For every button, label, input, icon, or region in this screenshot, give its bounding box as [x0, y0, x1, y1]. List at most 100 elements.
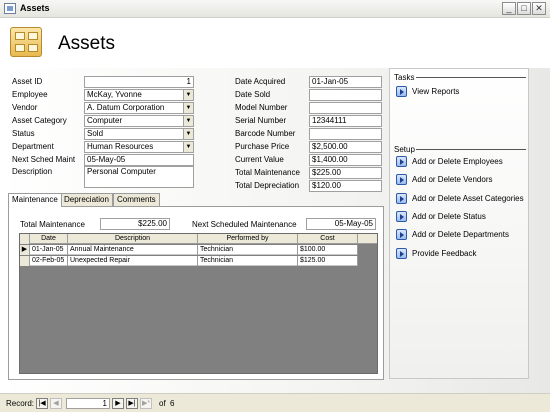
table-cell[interactable]: Technician	[198, 256, 298, 266]
next-scheduled-maintenance-label: Next Scheduled Maintenance	[192, 220, 297, 229]
next-sched-maint-field[interactable]: 05-May-05	[84, 154, 194, 166]
model-number-label: Model Number	[235, 103, 288, 112]
current-record-field[interactable]: 1	[66, 398, 110, 409]
tasks-title: Tasks	[394, 73, 415, 82]
maximize-icon[interactable]: □	[517, 2, 531, 15]
add-or-delete-status-link[interactable]: Add or Delete Status	[412, 212, 486, 221]
view-reports-link[interactable]: View Reports	[412, 87, 459, 96]
vendor-label: Vendor	[12, 103, 38, 112]
current-value-field[interactable]: $1,400.00	[309, 154, 382, 166]
next-sched-maint-value: 05-May-05	[87, 155, 126, 164]
next-scheduled-maintenance-field[interactable]: 05-May-05	[306, 218, 376, 230]
asset-category-combo[interactable]: Computer ▼	[84, 115, 194, 127]
column-header-description[interactable]: Description	[68, 234, 198, 244]
divider	[416, 77, 526, 78]
total-maintenance-field[interactable]: $225.00	[309, 167, 382, 179]
serial-number-label: Serial Number	[235, 116, 287, 125]
purchase-price-field[interactable]: $2,500.00	[309, 141, 382, 153]
provide-feedback-link[interactable]: Provide Feedback	[412, 249, 476, 258]
chevron-down-icon[interactable]: ▼	[183, 142, 193, 152]
arrow-right-icon[interactable]	[396, 156, 407, 167]
table-cell[interactable]: Technician	[198, 245, 298, 255]
table-cell[interactable]: Unexpected Repair	[68, 256, 198, 266]
column-header-date[interactable]: Date	[30, 234, 68, 244]
total-depreciation-field[interactable]: $120.00	[309, 180, 382, 192]
department-value: Human Resources	[87, 142, 154, 151]
asset-id-field[interactable]: 1	[84, 76, 194, 88]
table-row[interactable]: 02-Feb-05 Unexpected Repair Technician $…	[20, 256, 358, 266]
column-header-cost[interactable]: Cost	[298, 234, 358, 244]
form-header: Assets	[0, 18, 550, 68]
date-acquired-field[interactable]: 01-Jan-05	[309, 76, 382, 88]
side-panel: Tasks View Reports Setup Add or Delete E…	[389, 68, 529, 379]
add-or-delete-departments-link[interactable]: Add or Delete Departments	[412, 230, 509, 239]
current-value-label: Current Value	[235, 155, 284, 164]
table-row[interactable]: ▶ 01-Jan-05 Annual Maintenance Technicia…	[20, 245, 358, 255]
tab-comments[interactable]: Comments	[113, 193, 160, 206]
setup-title: Setup	[394, 145, 415, 154]
arrow-right-icon[interactable]	[396, 86, 407, 97]
assets-icon	[10, 27, 42, 57]
chevron-down-icon[interactable]: ▼	[183, 116, 193, 126]
first-record-icon[interactable]: |◀	[36, 398, 48, 409]
add-or-delete-asset-categories-link[interactable]: Add or Delete Asset Categories	[412, 194, 524, 203]
add-or-delete-employees-link[interactable]: Add or Delete Employees	[412, 157, 503, 166]
arrow-right-icon[interactable]	[396, 248, 407, 259]
row-selector[interactable]	[20, 256, 30, 266]
asset-category-label: Asset Category	[12, 116, 67, 125]
chevron-down-icon[interactable]: ▼	[183, 129, 193, 139]
table-cell[interactable]: 01-Jan-05	[30, 245, 68, 255]
minimize-icon[interactable]: _	[502, 2, 516, 15]
page-title: Assets	[58, 33, 116, 54]
last-record-icon[interactable]: ▶|	[126, 398, 138, 409]
arrow-right-icon[interactable]	[396, 229, 407, 240]
of-label: of	[159, 399, 166, 408]
description-field[interactable]: Personal Computer	[84, 166, 194, 188]
department-label: Department	[12, 142, 54, 151]
arrow-right-icon[interactable]	[396, 174, 407, 185]
title-bar: Assets _ □ ✕	[0, 0, 550, 18]
asset-id-value: 1	[186, 77, 191, 86]
asset-id-label: Asset ID	[12, 77, 43, 86]
total-maintenance-field[interactable]: $225.00	[100, 218, 170, 230]
record-total: 6	[170, 399, 175, 408]
table-cell[interactable]: $100.00	[298, 245, 358, 255]
status-combo[interactable]: Sold ▼	[84, 128, 194, 140]
date-acquired-label: Date Acquired	[235, 77, 286, 86]
model-number-field[interactable]	[309, 102, 382, 114]
arrow-right-icon[interactable]	[396, 211, 407, 222]
employee-combo[interactable]: McKay, Yvonne ▼	[84, 89, 194, 101]
serial-number-field[interactable]: 12344111	[309, 115, 382, 127]
employee-value: McKay, Yvonne	[87, 90, 142, 99]
tab-maintenance[interactable]: Maintenance	[8, 193, 62, 207]
maintenance-panel: Total Maintenance $225.00 Next Scheduled…	[8, 206, 384, 380]
tab-depreciation[interactable]: Depreciation	[60, 193, 113, 206]
arrow-right-icon[interactable]	[396, 193, 407, 204]
close-icon[interactable]: ✕	[532, 2, 546, 15]
chevron-down-icon[interactable]: ▼	[183, 103, 193, 113]
add-or-delete-vendors-link[interactable]: Add or Delete Vendors	[412, 175, 493, 184]
table-cell[interactable]: Annual Maintenance	[68, 245, 198, 255]
maintenance-grid[interactable]: Date Description Performed by Cost ▶ 01-…	[19, 233, 378, 374]
chevron-down-icon[interactable]: ▼	[183, 90, 193, 100]
date-sold-field[interactable]	[309, 89, 382, 101]
department-combo[interactable]: Human Resources ▼	[84, 141, 194, 153]
purchase-price-label: Purchase Price	[235, 142, 290, 151]
column-header-performed-by[interactable]: Performed by	[198, 234, 298, 244]
barcode-number-field[interactable]	[309, 128, 382, 140]
new-record-icon[interactable]: ▶*	[140, 398, 152, 409]
status-value: Sold	[87, 129, 104, 138]
next-record-icon[interactable]: ▶	[112, 398, 124, 409]
vendor-combo[interactable]: A. Datum Corporation ▼	[84, 102, 194, 114]
total-depreciation-label: Total Depreciation	[235, 181, 300, 190]
grid-corner[interactable]	[20, 234, 30, 244]
divider	[416, 149, 526, 150]
current-record-icon[interactable]: ▶	[20, 245, 30, 255]
table-cell[interactable]: $125.00	[298, 256, 358, 266]
app-icon[interactable]	[4, 3, 16, 14]
barcode-number-label: Barcode Number	[235, 129, 296, 138]
date-sold-label: Date Sold	[235, 90, 271, 99]
prev-record-icon[interactable]: ◀	[50, 398, 62, 409]
grid-header: Date Description Performed by Cost	[20, 234, 377, 244]
table-cell[interactable]: 02-Feb-05	[30, 256, 68, 266]
